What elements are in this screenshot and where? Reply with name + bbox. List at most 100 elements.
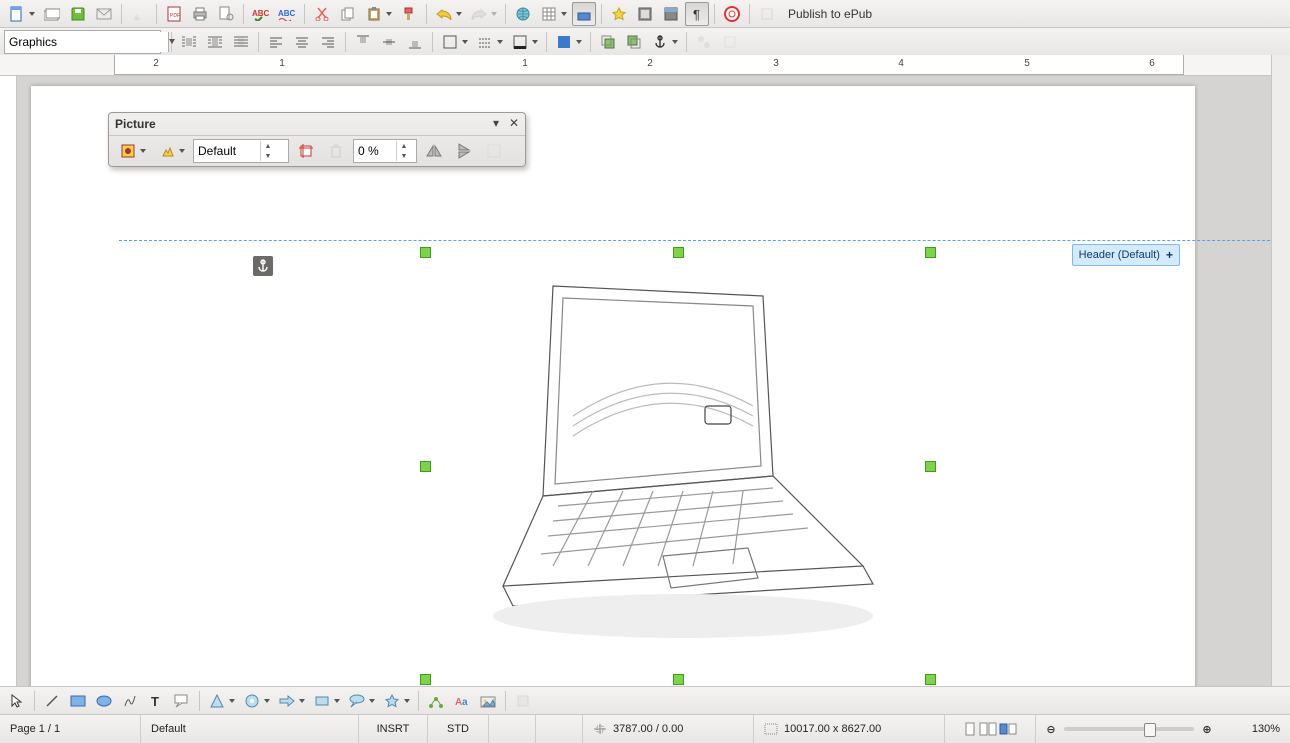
flowchart-shapes-button[interactable]	[310, 689, 343, 713]
callout-tool-button[interactable]	[170, 689, 194, 713]
star-shapes-button[interactable]	[380, 689, 413, 713]
nonprinting-chars-button[interactable]: ¶	[685, 2, 709, 26]
zoom-in-button[interactable]: ⊕	[1200, 723, 1214, 736]
basic-shapes-button[interactable]	[205, 689, 238, 713]
line-tool-button[interactable]	[40, 689, 64, 713]
fontwork-button[interactable]: Aa	[450, 689, 474, 713]
inserted-image[interactable]	[425, 252, 931, 680]
callout-shapes-button[interactable]	[345, 689, 378, 713]
cut-button[interactable]	[310, 2, 334, 26]
document-scroll-area[interactable]: Header (Default) +	[17, 76, 1290, 687]
area-style-button[interactable]	[552, 30, 585, 54]
transparency-combo[interactable]: ▲▼	[353, 139, 417, 163]
status-page[interactable]: Page 1 / 1	[0, 715, 141, 743]
vertical-ruler[interactable]	[0, 76, 17, 687]
crop-button[interactable]	[294, 139, 318, 163]
resize-handle[interactable]	[925, 247, 936, 258]
zoom-slider[interactable]: ⊖ ⊕	[1036, 723, 1222, 736]
autospellcheck-button[interactable]: ABC	[275, 2, 299, 26]
wrap-page-button[interactable]	[203, 30, 227, 54]
wrap-off-button[interactable]	[177, 30, 201, 54]
rectangle-tool-button[interactable]	[66, 689, 90, 713]
new-doc-button[interactable]	[5, 2, 38, 26]
picture-toolbar-window[interactable]: Picture ▾ ✕ ▲▼ ▲▼	[108, 112, 526, 167]
navigator-button[interactable]	[633, 2, 657, 26]
spellcheck-button[interactable]: ABC	[249, 2, 273, 26]
border-style-button[interactable]	[473, 30, 506, 54]
status-signature-icon[interactable]	[536, 715, 583, 743]
publish-epub-button[interactable]: Publish to ePub	[788, 7, 872, 21]
flip-horizontal-button[interactable]	[422, 139, 446, 163]
zoom-percent[interactable]: 130%	[1222, 715, 1290, 743]
resize-handle[interactable]	[420, 461, 431, 472]
document-page[interactable]	[31, 86, 1195, 687]
flip-vertical-button[interactable]	[452, 139, 476, 163]
transparency-input[interactable]	[354, 141, 396, 161]
graphics-mode-button[interactable]	[155, 139, 188, 163]
borders-button[interactable]	[438, 30, 471, 54]
gallery-button[interactable]	[659, 2, 683, 26]
resize-handle[interactable]	[673, 674, 684, 685]
border-color-button[interactable]	[508, 30, 541, 54]
find-replace-button[interactable]	[607, 2, 631, 26]
picture-toolbar-titlebar[interactable]: Picture ▾ ✕	[109, 113, 525, 136]
resize-handle[interactable]	[925, 461, 936, 472]
align-center-v-button[interactable]	[377, 30, 401, 54]
points-edit-button[interactable]	[424, 689, 448, 713]
resize-handle[interactable]	[925, 674, 936, 685]
align-center-h-button[interactable]	[290, 30, 314, 54]
resize-handle[interactable]	[420, 674, 431, 685]
show-draw-functions-button[interactable]	[572, 2, 596, 26]
spin-down[interactable]: ▼	[261, 151, 275, 161]
graphics-mode-combo[interactable]: ▲▼	[193, 139, 289, 163]
ellipse-tool-button[interactable]	[92, 689, 116, 713]
paragraph-style-input[interactable]	[5, 32, 168, 52]
close-icon[interactable]: ✕	[507, 116, 521, 130]
selected-image-frame[interactable]	[425, 252, 931, 680]
spin-up[interactable]: ▲	[261, 141, 275, 151]
zoom-out-button[interactable]: ⊖	[1044, 723, 1058, 736]
toolbar-menu-icon[interactable]: ▾	[489, 116, 503, 130]
align-right-button[interactable]	[316, 30, 340, 54]
print-button[interactable]	[188, 2, 212, 26]
header-badge[interactable]: Header (Default) +	[1072, 244, 1180, 266]
paste-button[interactable]	[362, 2, 395, 26]
print-preview-button[interactable]	[214, 2, 238, 26]
select-tool-button[interactable]	[5, 689, 29, 713]
copy-button[interactable]	[336, 2, 360, 26]
status-object-size[interactable]: 10017.00 x 8627.00	[754, 715, 945, 743]
templates-button[interactable]	[40, 2, 64, 26]
graphics-mode-input[interactable]	[194, 141, 260, 161]
bring-front-button[interactable]	[596, 30, 620, 54]
status-cursor-pos[interactable]: 3787.00 / 0.00	[583, 715, 754, 743]
spin-up[interactable]: ▲	[397, 141, 411, 151]
zoom-track[interactable]	[1064, 727, 1194, 731]
anchor-button[interactable]	[648, 30, 681, 54]
email-button[interactable]	[92, 2, 116, 26]
freeform-line-button[interactable]	[118, 689, 142, 713]
status-style[interactable]: Default	[141, 715, 359, 743]
align-left-button[interactable]	[264, 30, 288, 54]
wrap-through-button[interactable]	[229, 30, 253, 54]
export-pdf-button[interactable]: PDF	[162, 2, 186, 26]
right-sidebar-grip[interactable]	[1271, 55, 1290, 687]
graphic-filter-button[interactable]	[116, 139, 149, 163]
align-top-button[interactable]	[351, 30, 375, 54]
status-view-layout[interactable]	[945, 715, 1036, 743]
status-modified-icon[interactable]	[489, 715, 536, 743]
paragraph-style-dropdown[interactable]	[168, 32, 175, 52]
from-file-button[interactable]	[476, 689, 500, 713]
paragraph-style-combo[interactable]	[4, 30, 161, 54]
table-button[interactable]	[537, 2, 570, 26]
resize-handle[interactable]	[420, 247, 431, 258]
save-button[interactable]	[66, 2, 90, 26]
format-paintbrush-button[interactable]	[397, 2, 421, 26]
horizontal-ruler[interactable]: 2 1 1 2 3 4 5 6	[0, 55, 1290, 76]
spin-down[interactable]: ▼	[397, 151, 411, 161]
status-selection-mode[interactable]: STD	[428, 715, 489, 743]
zoom-knob[interactable]	[1144, 723, 1156, 737]
undo-button[interactable]	[432, 2, 465, 26]
status-insert-mode[interactable]: INSRT	[359, 715, 428, 743]
resize-handle[interactable]	[673, 247, 684, 258]
block-arrows-button[interactable]	[275, 689, 308, 713]
